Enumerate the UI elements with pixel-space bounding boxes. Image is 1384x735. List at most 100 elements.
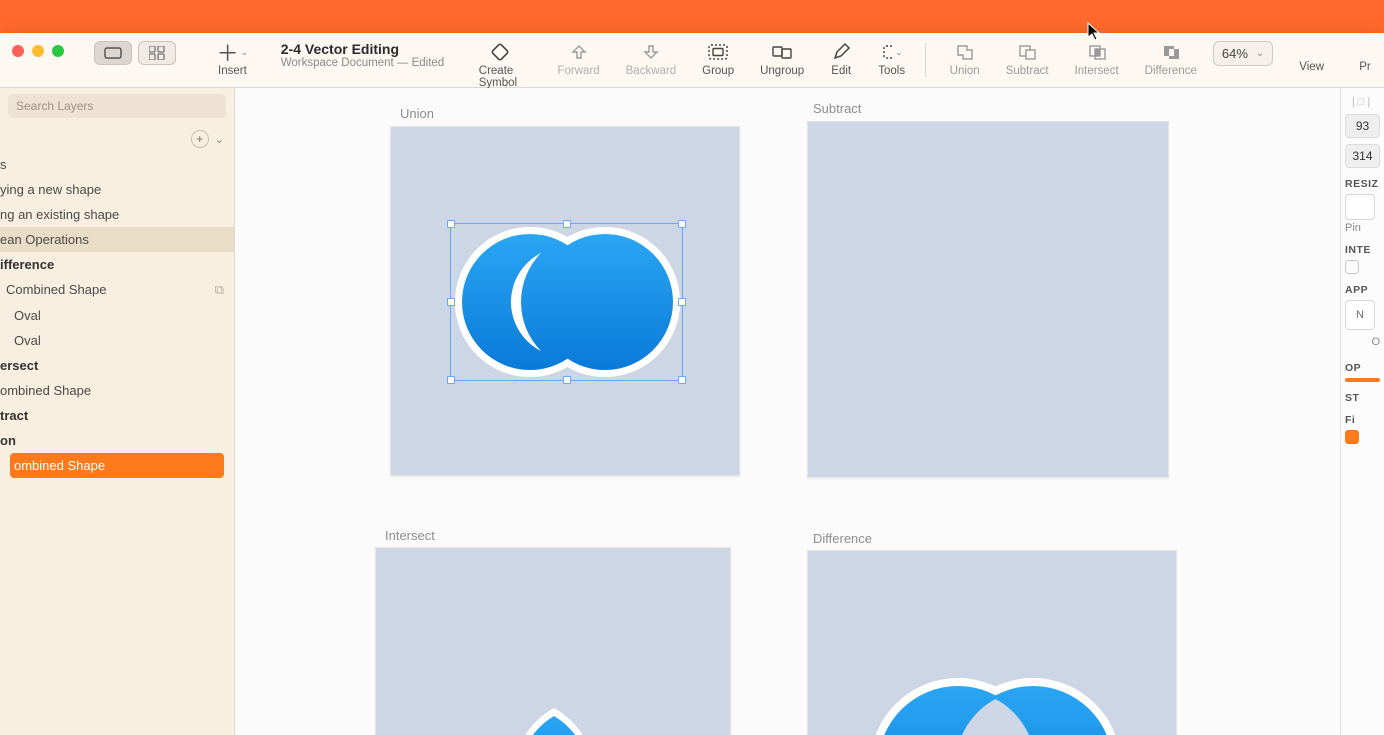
edit-button[interactable]: Edit [820, 41, 862, 77]
resize-handle-br[interactable] [678, 376, 686, 384]
chevron-down-icon: ⌄ [1256, 48, 1264, 59]
view-button[interactable]: View [1279, 41, 1344, 73]
align-controls[interactable]: |□| [1345, 94, 1380, 114]
pages-header: + ⌄ [0, 124, 234, 152]
appearance-header: APP [1345, 284, 1380, 296]
layer-row[interactable]: tract [0, 403, 234, 428]
document-title-block: 2-4 Vector Editing Workspace Document — … [263, 41, 463, 69]
canvas-view-button[interactable] [94, 41, 132, 65]
canvas-icon [104, 47, 122, 59]
artboard-label-difference[interactable]: Difference [813, 531, 872, 546]
resize-handle-ml[interactable] [447, 298, 455, 306]
layer-row[interactable]: s [0, 152, 234, 177]
create-symbol-label: Create Symbol [479, 65, 522, 89]
ungroup-button[interactable]: Ungroup [750, 41, 814, 77]
layer-row[interactable]: Oval [0, 328, 234, 353]
layer-row[interactable]: ombined Shape [0, 378, 234, 403]
create-symbol-button[interactable]: Create Symbol [469, 41, 532, 89]
resize-handle-tr[interactable] [678, 220, 686, 228]
resize-handle-tl[interactable] [447, 220, 455, 228]
intersect-label: Intersect [1075, 65, 1119, 77]
opacity-short-label: O [1345, 336, 1380, 348]
subtract-icon [1016, 41, 1038, 63]
fill-enabled-checkbox[interactable] [1345, 430, 1359, 444]
union-button[interactable]: Union [940, 41, 990, 77]
prototype-button[interactable]: Pr [1350, 41, 1374, 73]
search-placeholder: Search Layers [16, 99, 93, 113]
layer-row[interactable]: on [0, 428, 234, 453]
zoom-select[interactable]: 64% ⌄ [1213, 41, 1273, 66]
group-button[interactable]: Group [692, 41, 744, 77]
inspector-panel: |□| 93 314 RESIZ Pin INTE APP N O Op ST … [1340, 88, 1384, 735]
layer-row[interactable]: ng an existing shape [0, 202, 234, 227]
minimize-window-button[interactable] [32, 45, 44, 57]
layer-list: sying a new shapeng an existing shapeean… [0, 152, 234, 478]
artboard-subtract[interactable] [807, 121, 1169, 478]
subtract-button[interactable]: Subtract [996, 41, 1059, 77]
backward-label: Backward [626, 65, 677, 77]
layer-row[interactable]: ean Operations [0, 227, 234, 252]
resizing-preview[interactable] [1345, 194, 1375, 220]
plus-icon: ＋⌄ [221, 41, 243, 63]
position-y-field[interactable]: 314 [1345, 144, 1380, 168]
components-view-button[interactable] [138, 41, 176, 65]
close-window-button[interactable] [12, 45, 24, 57]
chevron-down-icon[interactable]: ⌄ [215, 133, 224, 146]
opacity-label: Op [1345, 362, 1380, 374]
artboard-union[interactable] [390, 126, 740, 476]
eye-icon [1301, 41, 1323, 59]
intersect-icon [1086, 41, 1108, 63]
layer-row[interactable]: Oval [0, 303, 234, 328]
artboard-label-intersect[interactable]: Intersect [385, 528, 435, 543]
forward-button[interactable]: Forward [547, 41, 609, 77]
diamond-icon [489, 41, 511, 63]
view-label: View [1285, 61, 1338, 73]
add-page-button[interactable]: + [191, 130, 209, 148]
layer-row[interactable]: ying a new shape [0, 177, 234, 202]
insert-button[interactable]: ＋⌄ Insert [208, 41, 257, 77]
difference-shape [808, 551, 1178, 735]
canvas-area[interactable]: Union [235, 88, 1340, 735]
insert-label: Insert [218, 65, 247, 77]
resize-handle-mr[interactable] [678, 298, 686, 306]
resize-handle-bm[interactable] [563, 376, 571, 384]
bring-forward-icon [568, 41, 590, 63]
play-icon [1352, 41, 1374, 59]
layer-row[interactable]: ersect [0, 353, 234, 378]
union-icon [954, 41, 976, 63]
prototype-label: Pr [1353, 61, 1373, 73]
search-layers-input[interactable]: Search Layers [8, 94, 226, 118]
interaction-header: INTE [1345, 244, 1380, 256]
boolean-ops-group: Union Subtract Intersect [940, 41, 1207, 77]
difference-icon [1160, 41, 1182, 63]
send-backward-icon [640, 41, 662, 63]
zoom-window-button[interactable] [52, 45, 64, 57]
layer-row[interactable]: Combined Shape⧉ [0, 277, 234, 303]
grid-icon [149, 46, 165, 60]
style-header: ST [1345, 392, 1380, 404]
layer-row[interactable]: ombined Shape [10, 453, 224, 478]
interaction-checkbox[interactable] [1345, 260, 1359, 274]
intersect-button[interactable]: Intersect [1065, 41, 1129, 77]
layer-row[interactable]: ifference [0, 252, 234, 277]
opacity-slider[interactable] [1345, 378, 1380, 382]
artboard-difference[interactable] [807, 550, 1177, 735]
pencil-icon [830, 41, 852, 63]
artboard-intersect[interactable] [375, 547, 731, 735]
tools-button[interactable]: ⌄ Tools [868, 41, 915, 77]
difference-button[interactable]: Difference [1135, 41, 1207, 77]
position-x-field[interactable]: 93 [1345, 114, 1380, 138]
zoom-value: 64% [1222, 46, 1248, 61]
ungroup-icon [771, 41, 793, 63]
resize-handle-tm[interactable] [563, 220, 571, 228]
resize-handle-bl[interactable] [447, 376, 455, 384]
selection-bounds[interactable] [450, 223, 683, 381]
artboard-label-union[interactable]: Union [400, 106, 434, 121]
backward-button[interactable]: Backward [616, 41, 687, 77]
app-window: ＋⌄ Insert 2-4 Vector Editing Workspace D… [0, 33, 1384, 735]
artboard-label-subtract[interactable]: Subtract [813, 101, 861, 116]
forward-label: Forward [557, 65, 599, 77]
style-preset-button[interactable]: N [1345, 300, 1375, 330]
group-icon [707, 41, 729, 63]
union-label: Union [950, 65, 980, 77]
